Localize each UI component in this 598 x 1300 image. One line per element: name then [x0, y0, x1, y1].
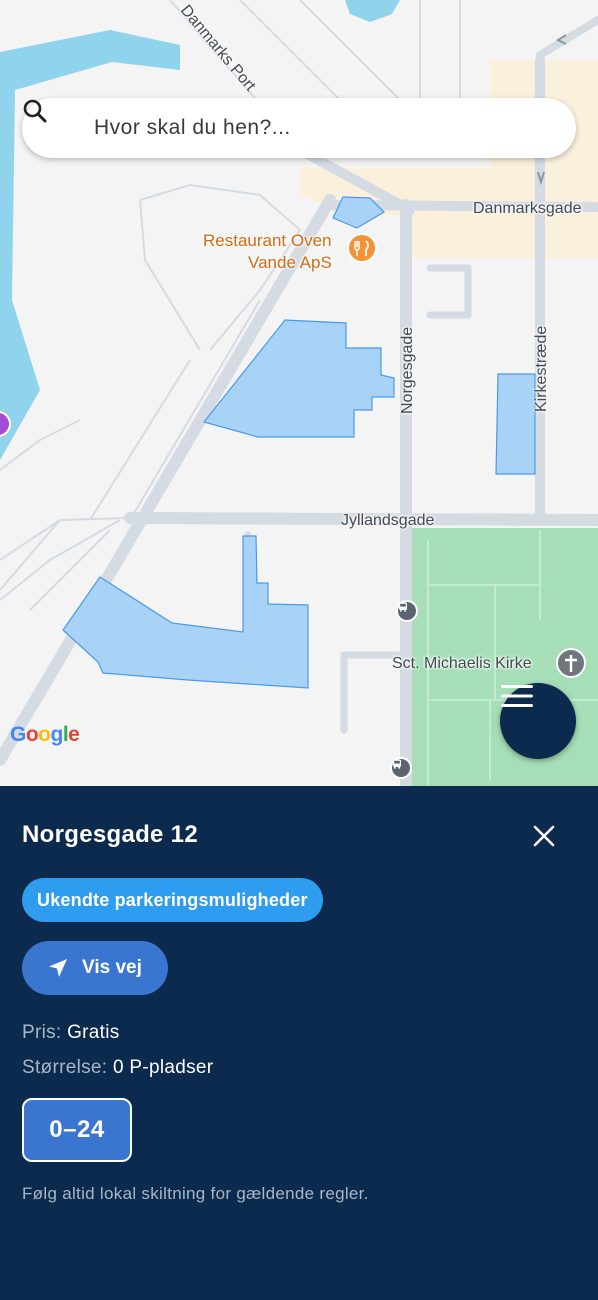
bus-stop-icon[interactable] [390, 757, 412, 779]
google-logo-letter: e [68, 723, 80, 746]
google-logo-letter: o [38, 723, 51, 746]
size-row: Størrelse: 0 P-pladser [22, 1057, 213, 1079]
commercial-area [300, 60, 598, 258]
price-value: Gratis [67, 1022, 120, 1043]
pond-water [345, 0, 400, 22]
parking-details-panel: Norgesgade 12 Ukendte parkeringsmulighed… [0, 786, 598, 1300]
hamburger-menu-icon [501, 685, 533, 707]
restaurant-icon[interactable] [347, 233, 377, 263]
restaurant-label-line1: Restaurant Oven [203, 231, 332, 250]
panel-title: Norgesgade 12 [22, 821, 198, 848]
google-logo-letter: G [10, 723, 26, 746]
navigation-arrow-icon [49, 959, 67, 977]
google-logo: Google [10, 723, 80, 747]
close-icon [533, 825, 555, 847]
google-logo-letter: g [50, 723, 64, 746]
size-value: 0 P-pladser [112, 1057, 214, 1078]
search-icon [23, 99, 68, 142]
disclaimer-text: Følg altid lokal skiltning for gældende … [22, 1184, 369, 1203]
status-badge: Ukendte parkeringsmuligheder [22, 878, 323, 922]
church-label[interactable]: Sct. Michaelis Kirke [392, 655, 532, 673]
parking-area [495, 373, 536, 475]
map-view[interactable]: Danmarks Port Danmarksgade Norgesgade Ki… [0, 0, 598, 790]
opening-hours-badge: 0–24 [22, 1098, 132, 1162]
parking-area [62, 535, 309, 689]
street-label-danmarksgade: Danmarksgade [473, 200, 582, 217]
restaurant-label-line2: Vande ApS [248, 253, 332, 272]
search-input[interactable] [92, 115, 536, 141]
directions-button[interactable]: Vis vej [22, 941, 168, 995]
street-label-jyllandsgade: Jyllandsgade [341, 512, 435, 529]
street-label-norgesgade: Norgesgade [399, 326, 416, 414]
price-row: Pris: Gratis [22, 1022, 120, 1044]
close-button[interactable] [528, 820, 560, 852]
restaurant-label[interactable]: Restaurant Oven Vande ApS [203, 230, 332, 274]
bus-stop-icon[interactable] [396, 600, 418, 622]
street-label-kirkestraede: Kirkestræde [533, 325, 550, 412]
menu-button[interactable] [500, 683, 576, 759]
search-bar[interactable] [22, 98, 576, 158]
parking-area [202, 319, 395, 438]
google-logo-letter: o [25, 723, 39, 746]
directions-label: Vis vej [82, 957, 142, 978]
price-label: Pris: [22, 1022, 62, 1043]
size-label: Størrelse: [22, 1057, 108, 1078]
canal-water [0, 30, 180, 460]
